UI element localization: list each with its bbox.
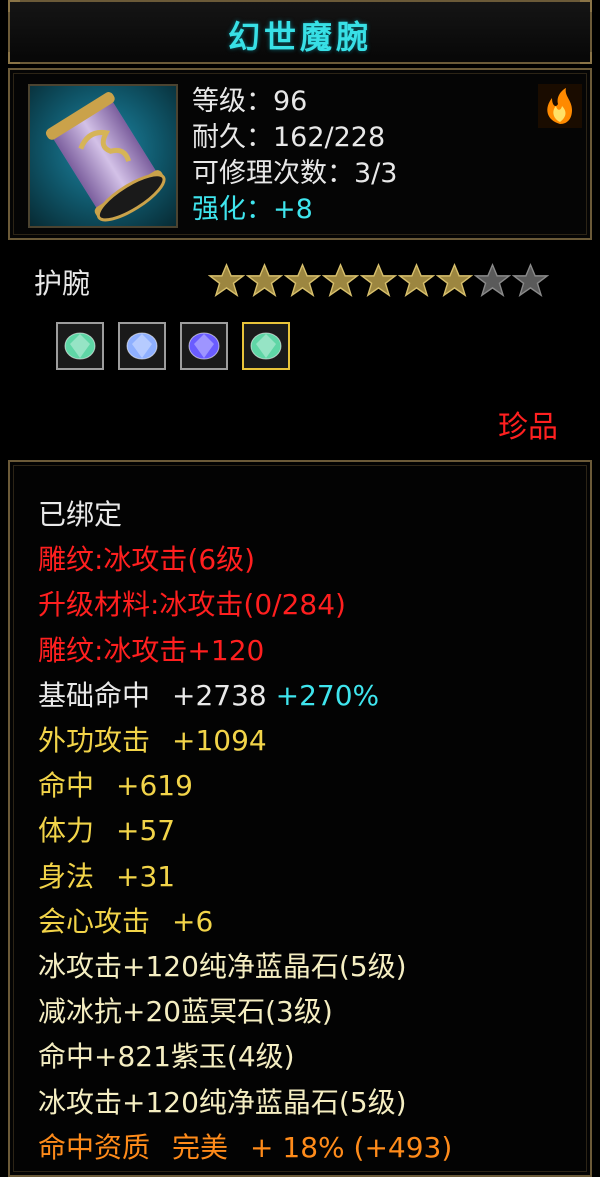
purple-gem-icon [188,332,220,360]
green-gem-icon [64,332,96,360]
gem-sockets [56,322,290,370]
star-filled-icon [322,262,359,298]
agility-label: 身法 [38,859,95,893]
star-rating [208,262,549,299]
crit-value: +6 [172,904,214,938]
ext-attack-value: +1094 [172,724,267,758]
star-filled-icon [208,262,245,298]
attribute-list: 已绑定 雕纹:冰攻击(6级) 升级材料:冰攻击(0/284) 雕纹:冰攻击+12… [38,492,452,1170]
crit-label: 会心攻击 [38,904,151,938]
star-filled-icon [436,262,473,298]
repair-count-text: 可修理次数：3/3 [192,158,398,189]
upgrade-material-line: 升级材料:冰攻击(0/284) [38,588,346,622]
gem-line-3: 命中+821紫玉(4级) [38,1040,295,1074]
attribute-panel: 已绑定 雕纹:冰攻击(6级) 升级材料:冰攻击(0/284) 雕纹:冰攻击+12… [8,460,592,1177]
base-hit-value: +2738 [172,678,267,712]
star-empty-icon [474,262,511,298]
item-title: 幻世魔腕 [227,18,372,56]
rarity-label: 珍品 [498,410,558,445]
frame-corner [580,0,592,12]
item-header-panel: 等级：96 耐久：162/228 可修理次数：3/3 强化：+8 [8,68,592,240]
agility-line: 身法 +31 [38,854,452,899]
aptitude-grade: 完美 [172,1130,229,1164]
star-empty-icon [512,262,549,298]
gem-slot[interactable] [118,322,166,370]
title-bar: 幻世魔腕 [8,0,592,64]
carving-bonus-line: 雕纹:冰攻击+120 [38,633,265,667]
star-filled-icon [360,262,397,298]
enhance-text: 强化：+8 [192,194,313,225]
aptitude-line: 命中资质 完美 + 18% (+493) [38,1125,452,1170]
flame-icon [538,84,582,128]
green-gem-icon [250,332,282,360]
gem-line-4: 冰攻击+120纯净蓝晶石(5级) [38,1085,407,1119]
durability-text: 耐久：162/228 [192,122,386,153]
base-hit-label: 基础命中 [38,678,151,712]
bound-status: 已绑定 [38,498,123,531]
ext-attack-label: 外功攻击 [38,724,151,758]
star-filled-icon [246,262,283,298]
gem-line-2: 减冰抗+20蓝冥石(3级) [38,995,333,1029]
bracer-icon[interactable] [28,84,178,228]
agility-value: +31 [116,859,176,893]
base-hit-line: 基础命中 +2738 +270% [38,673,452,718]
base-hit-bonus: +270% [275,678,380,712]
hit-label: 命中 [38,769,95,803]
item-type-label: 护腕 [34,267,91,300]
stamina-line: 体力 +57 [38,808,452,853]
ext-attack-line: 外功攻击 +1094 [38,718,452,763]
crit-line: 会心攻击 +6 [38,899,452,944]
gem-slot[interactable] [56,322,104,370]
blue-gem-icon [126,332,158,360]
carving-level-line: 雕纹:冰攻击(6级) [38,543,256,577]
frame-corner [8,0,20,12]
hit-line: 命中 +619 [38,763,452,808]
star-filled-icon [284,262,321,298]
item-stats: 等级：96 耐久：162/228 可修理次数：3/3 强化：+8 [192,84,397,228]
aptitude-label: 命中资质 [38,1130,151,1164]
level-text: 等级：96 [192,86,308,117]
stamina-value: +57 [116,814,176,848]
hit-value: +619 [116,769,193,803]
gem-slot[interactable] [242,322,290,370]
gem-line-1: 冰攻击+120纯净蓝晶石(5级) [38,950,407,984]
star-filled-icon [398,262,435,298]
gem-slot[interactable] [180,322,228,370]
stamina-label: 体力 [38,814,95,848]
aptitude-value: + 18% (+493) [250,1130,453,1164]
